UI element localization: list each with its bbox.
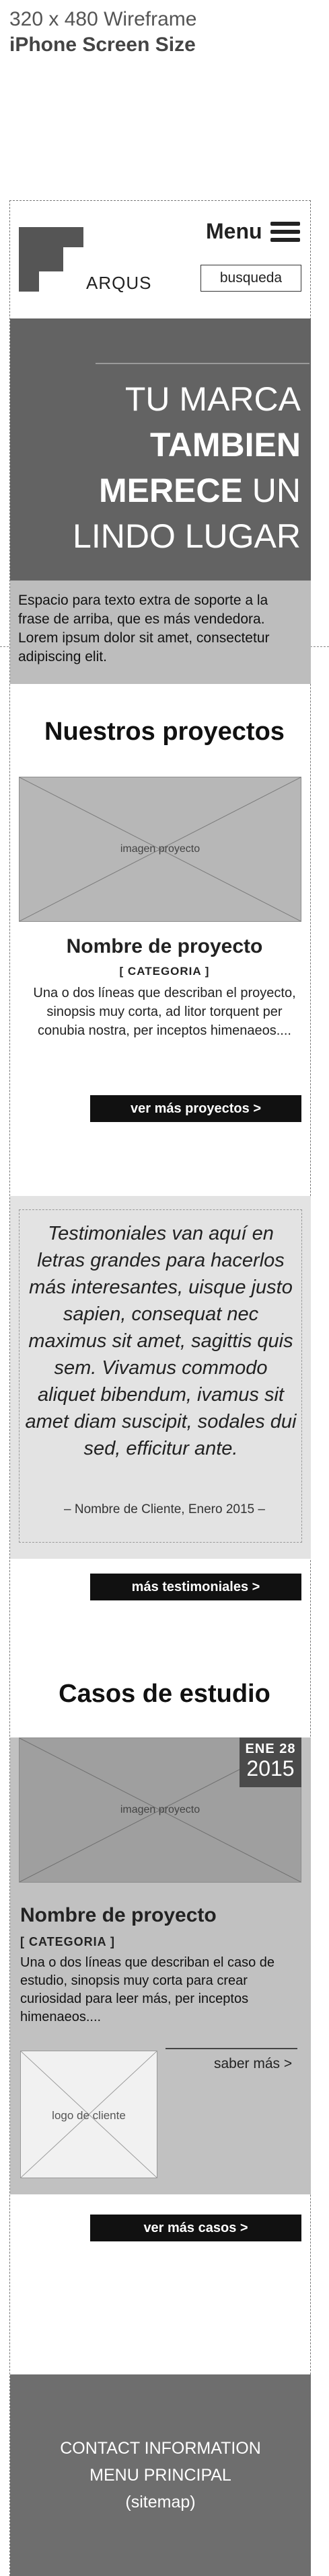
hero-headline: TU MARCA TAMBIEN MERECE UN LINDO LUGAR: [73, 376, 301, 559]
hero-support-text: Espacio para texto extra de soporte a la…: [10, 581, 311, 684]
wireframe-caption-device: iPhone Screen Size: [9, 34, 196, 56]
testimonial-quote: Testimoniales van aquí en letras grandes…: [25, 1223, 297, 1459]
footer: CONTACT INFORMATION MENU PRINCIPAL (site…: [10, 2374, 311, 2576]
wireframe-caption: 320 x 480 Wireframe iPhone Screen Size: [9, 7, 196, 58]
client-logo: logo de cliente: [20, 2051, 157, 2178]
case-image-label: imagen proyecto: [120, 1804, 200, 1815]
case-name[interactable]: Nombre de proyecto: [20, 1904, 217, 1927]
footer-contact-link[interactable]: CONTACT INFORMATION: [10, 2435, 311, 2462]
case-description: Una o dos líneas que describan el caso d…: [20, 1955, 275, 2024]
projects-heading: Nuestros proyectos: [44, 718, 285, 746]
read-more-link[interactable]: saber más >: [214, 2056, 292, 2072]
project-image-label: imagen proyecto: [120, 843, 200, 855]
search-button[interactable]: busqueda: [200, 265, 301, 292]
logo-icon-square: [39, 247, 63, 271]
project-image[interactable]: imagen proyecto: [19, 777, 301, 922]
date-badge-year: 2015: [246, 1756, 295, 1780]
menu-button[interactable]: Menu: [206, 219, 300, 244]
hero-line-1: TU MARCA: [124, 380, 301, 418]
case-category: [ CATEGORIA ]: [20, 1935, 115, 1948]
date-badge-month: ENE 28: [245, 1742, 296, 1756]
hero-line-2: TAMBIEN: [149, 426, 301, 464]
project-description: Una o dos líneas que describan el proyec…: [33, 986, 296, 1038]
hero-line-4: LINDO LUGAR: [73, 517, 301, 555]
logo-text[interactable]: ARQUS: [86, 273, 151, 294]
project-category: [ CATEGORIA ]: [119, 965, 210, 978]
project-name[interactable]: Nombre de proyecto: [0, 935, 329, 958]
more-testimonials-button[interactable]: más testimoniales >: [90, 1574, 301, 1600]
hero-divider: [96, 363, 309, 364]
read-more-divider: [166, 2048, 297, 2049]
hero-line-3: MERECE UN: [98, 472, 301, 509]
logo-icon[interactable]: [19, 227, 83, 292]
date-badge: ENE 28 2015: [240, 1737, 301, 1787]
wireframe-caption-size: 320 x 480 Wireframe: [9, 8, 197, 30]
more-projects-button[interactable]: ver más proyectos >: [90, 1095, 301, 1122]
more-cases-button[interactable]: ver más casos >: [90, 2215, 301, 2241]
footer-sitemap-link[interactable]: (sitemap): [10, 2489, 311, 2516]
testimonial-author: – Nombre de Cliente, Enero 2015 –: [64, 1502, 265, 1516]
hamburger-icon: [270, 221, 300, 242]
cases-heading: Casos de estudio: [59, 1680, 270, 1708]
footer-menu-link[interactable]: MENU PRINCIPAL: [10, 2462, 311, 2489]
menu-label: Menu: [206, 219, 262, 243]
client-logo-label: logo de cliente: [52, 2109, 126, 2122]
